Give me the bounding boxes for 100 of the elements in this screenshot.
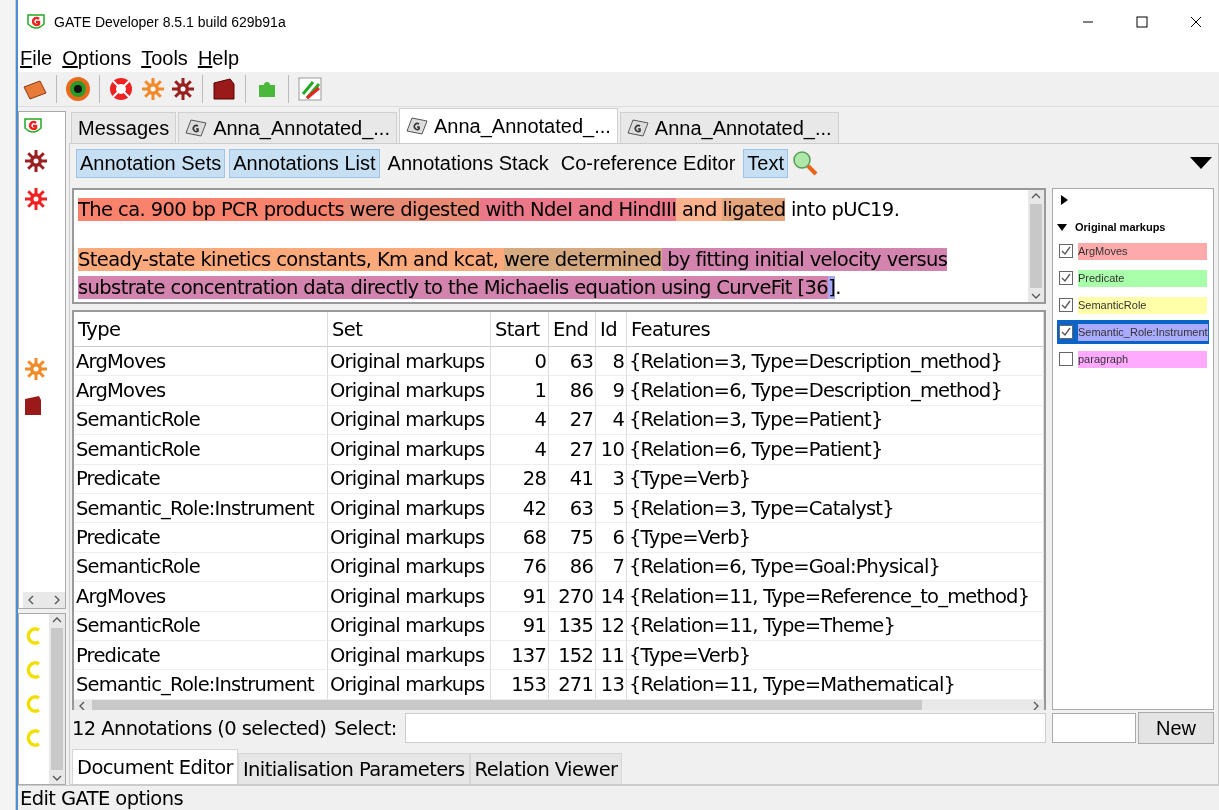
- menu-item[interactable]: Options: [62, 46, 132, 70]
- scroll-down-icon[interactable]: [52, 774, 62, 782]
- annotation-set-field[interactable]: [1052, 713, 1136, 743]
- table-cell: 75: [549, 523, 596, 553]
- checkbox[interactable]: [1059, 271, 1073, 285]
- scroll-up-icon[interactable]: [52, 616, 62, 624]
- view-toggle[interactable]: Annotations List: [229, 148, 380, 178]
- column-header[interactable]: Features: [627, 312, 1044, 347]
- vertical-scrollbar[interactable]: [1028, 190, 1044, 302]
- column-header[interactable]: End: [549, 312, 596, 347]
- dropdown-icon[interactable]: [1190, 157, 1212, 169]
- annotation-set-name: Original markups: [1075, 221, 1166, 233]
- annotation-count: 12 Annotations (0 selected): [72, 716, 327, 740]
- table-cell: 153: [491, 670, 549, 700]
- document-tab[interactable]: Anna_Annotated_...: [399, 108, 618, 143]
- scroll-right-icon[interactable]: [1032, 700, 1040, 711]
- window-title: GATE Developer 8.5.1 build 629b91a: [54, 14, 287, 30]
- gear-icon[interactable]: [23, 148, 49, 174]
- table-cell: 41: [549, 464, 596, 494]
- view-toggle[interactable]: Text: [743, 148, 788, 178]
- table-cell: 4: [491, 435, 549, 465]
- gear-icon[interactable]: [170, 76, 196, 102]
- column-header[interactable]: Set: [328, 312, 491, 347]
- annotation-type-row[interactable]: paragraph: [1057, 347, 1209, 371]
- menu-item[interactable]: Help: [197, 46, 240, 70]
- horizontal-scrollbar[interactable]: [23, 592, 65, 608]
- document-icon: [185, 119, 208, 137]
- table-cell: {Relation=11, Type=Theme}: [627, 611, 1044, 641]
- column-header[interactable]: Type: [74, 312, 328, 347]
- table-cell: Original markups: [328, 552, 491, 583]
- table-cell: 28: [491, 464, 549, 494]
- table-cell: 42: [491, 493, 549, 524]
- table-cell: {Relation=11, Type=Mathematical}: [627, 670, 1044, 700]
- table-cell: Predicate: [74, 640, 328, 671]
- checkbox[interactable]: [1059, 352, 1073, 366]
- view-toggle[interactable]: Annotation Sets: [76, 148, 226, 178]
- pencil-icon[interactable]: [295, 74, 325, 104]
- column-header[interactable]: Id: [596, 312, 627, 347]
- table-cell: 271: [549, 670, 596, 700]
- vertical-scrollbar[interactable]: [49, 614, 65, 784]
- table-cell: 3: [596, 464, 627, 494]
- table-cell: SemanticRole: [74, 435, 328, 465]
- document-tab[interactable]: Messages: [71, 112, 177, 143]
- table-cell: Original markups: [328, 493, 491, 524]
- status-text: Edit GATE options: [19, 786, 183, 810]
- editor-tab[interactable]: Initialisation Parameters: [237, 753, 470, 784]
- table-cell: 1: [491, 376, 549, 406]
- table-cell: Original markups: [328, 582, 491, 612]
- arc-icon: [25, 728, 41, 748]
- checkbox[interactable]: [1059, 298, 1073, 312]
- scroll-right-icon[interactable]: [53, 595, 61, 605]
- view-toggle[interactable]: Co-reference Editor: [556, 148, 740, 178]
- annotation-type-row[interactable]: SemanticRole: [1057, 293, 1209, 317]
- table-cell: 4: [491, 405, 549, 436]
- checkbox[interactable]: [1059, 244, 1073, 258]
- application-icon[interactable]: [63, 74, 93, 104]
- expand-icon[interactable]: [1061, 195, 1069, 205]
- document-tab[interactable]: Anna_Annotated_...: [178, 112, 397, 143]
- table-cell: Semantic_Role:Instrument: [74, 493, 328, 524]
- table-cell: {Relation=3, Type=Patient}: [627, 405, 1044, 436]
- table-cell: {Relation=6, Type=Patient}: [627, 435, 1044, 465]
- annotation-type-row[interactable]: Predicate: [1057, 266, 1209, 290]
- table-cell: {Type=Verb}: [627, 640, 1044, 671]
- scroll-left-icon[interactable]: [27, 595, 35, 605]
- scroll-left-icon[interactable]: [78, 700, 86, 711]
- table-cell: Original markups: [328, 347, 491, 377]
- gear-icon[interactable]: [23, 186, 49, 212]
- close-icon[interactable]: [1190, 16, 1202, 28]
- checkbox[interactable]: [1059, 325, 1073, 339]
- box-icon[interactable]: [23, 394, 43, 416]
- table-cell: {Relation=6, Type=Description_method}: [627, 376, 1044, 406]
- table-cell: 63: [549, 347, 596, 377]
- annotation-type-row[interactable]: Semantic_Role:Instrument: [1057, 320, 1209, 344]
- new-button[interactable]: New: [1138, 712, 1214, 744]
- annotation-type-label: SemanticRole: [1078, 296, 1207, 314]
- table-cell: Original markups: [328, 405, 491, 436]
- document-tab[interactable]: Anna_Annotated_...: [619, 112, 839, 143]
- select-field[interactable]: [404, 713, 1046, 743]
- table-cell: {Type=Verb}: [627, 464, 1044, 494]
- scroll-up-icon[interactable]: [1031, 192, 1041, 200]
- menu-item[interactable]: File: [20, 46, 53, 70]
- annotation-type-row[interactable]: ArgMoves: [1057, 239, 1209, 263]
- document-icon: [406, 117, 428, 135]
- editor-tab[interactable]: Relation Viewer: [469, 753, 623, 784]
- table-cell: Original markups: [328, 523, 491, 553]
- table-cell: {Relation=6, Type=Goal:Physical}: [627, 552, 1044, 583]
- scroll-down-icon[interactable]: [1031, 292, 1041, 300]
- view-toggle[interactable]: Annotations Stack: [383, 148, 553, 178]
- table-cell: 13: [596, 670, 627, 700]
- search-icon[interactable]: [792, 150, 818, 176]
- table-cell: 6: [596, 523, 627, 553]
- table-cell: 27: [549, 435, 596, 465]
- menu-item[interactable]: Tools: [141, 46, 188, 70]
- maximize-icon[interactable]: [1136, 16, 1148, 28]
- collapse-icon[interactable]: [1057, 223, 1067, 231]
- editor-tab[interactable]: Document Editor: [72, 749, 238, 784]
- table-cell: 8: [596, 347, 627, 377]
- table-cell: 9: [596, 376, 627, 406]
- column-header[interactable]: Start: [491, 312, 549, 347]
- table-cell: 152: [549, 640, 596, 671]
